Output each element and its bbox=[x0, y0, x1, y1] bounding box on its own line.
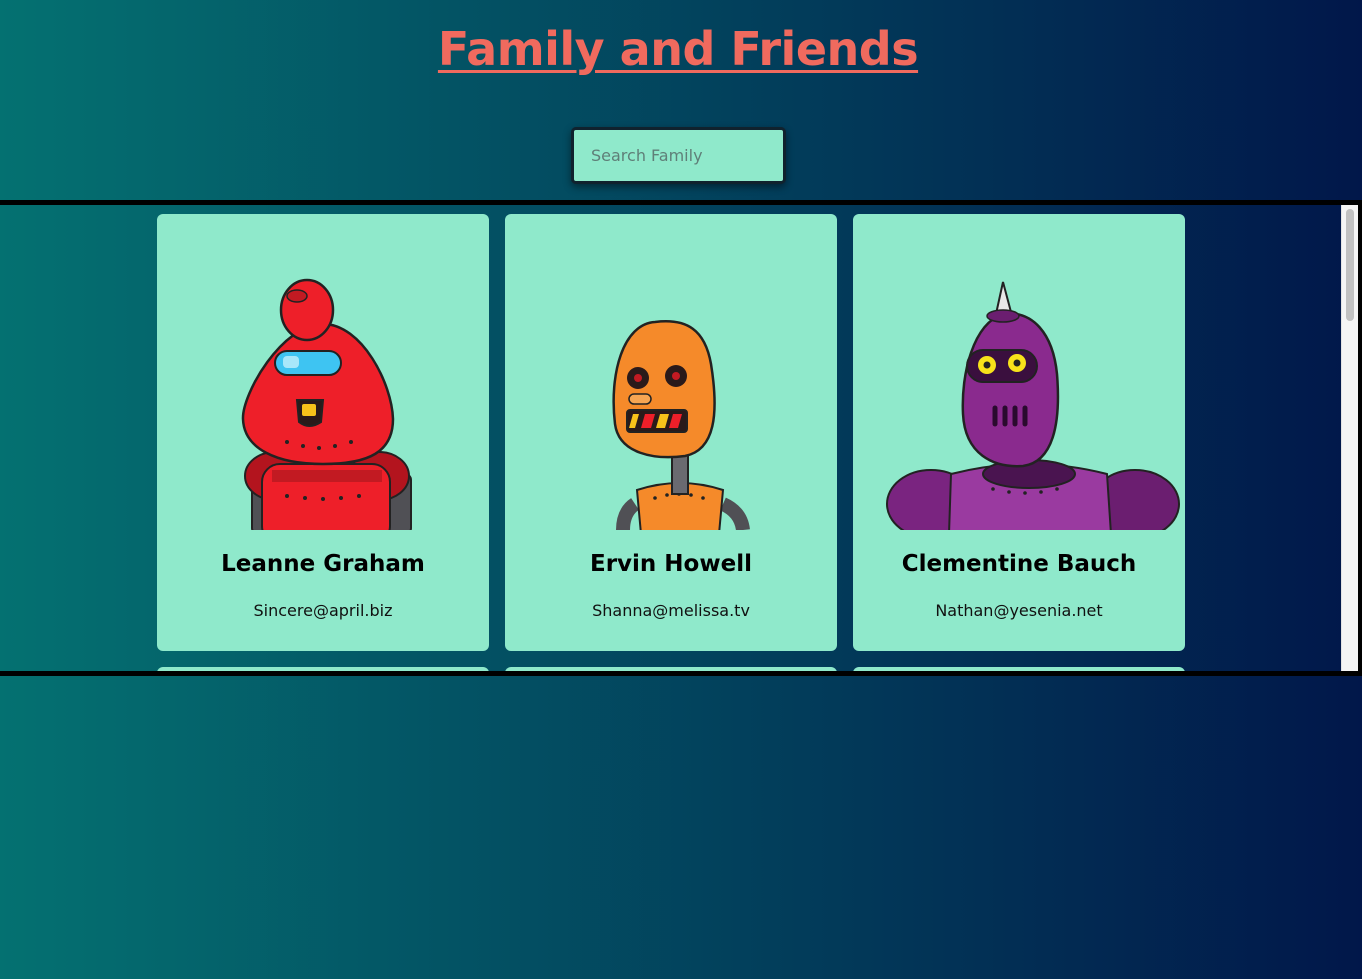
page-title: Family and Friends bbox=[437, 22, 919, 76]
card-name: Leanne Graham bbox=[221, 551, 425, 577]
card-email: Shanna@melissa.tv bbox=[592, 601, 750, 620]
robot-card[interactable]: Clementine Bauch Nathan@yesenia.net bbox=[853, 214, 1185, 651]
robot-card[interactable]: Leanne Graham Sincere@april.biz bbox=[157, 214, 489, 651]
card-name: Ervin Howell bbox=[590, 551, 752, 577]
robot-card[interactable] bbox=[853, 667, 1185, 671]
search-box[interactable] bbox=[571, 127, 786, 184]
red-robot-icon bbox=[157, 264, 489, 530]
card-list[interactable]: Leanne Graham Sincere@april.biz Ervin Ho… bbox=[0, 200, 1362, 676]
robot-card[interactable]: Ervin Howell Shanna@melissa.tv bbox=[505, 214, 837, 651]
card-name: Clementine Bauch bbox=[901, 551, 1137, 577]
search-input[interactable] bbox=[574, 130, 783, 181]
robot-card[interactable] bbox=[505, 667, 837, 671]
scrollbar[interactable] bbox=[1341, 205, 1358, 671]
card-email: Sincere@april.biz bbox=[253, 601, 393, 620]
robot-card[interactable] bbox=[157, 667, 489, 671]
scrollbar-thumb[interactable] bbox=[1346, 209, 1354, 321]
purple-robot-icon bbox=[853, 264, 1185, 530]
orange-robot-icon bbox=[505, 264, 837, 530]
card-email: Nathan@yesenia.net bbox=[935, 601, 1103, 620]
